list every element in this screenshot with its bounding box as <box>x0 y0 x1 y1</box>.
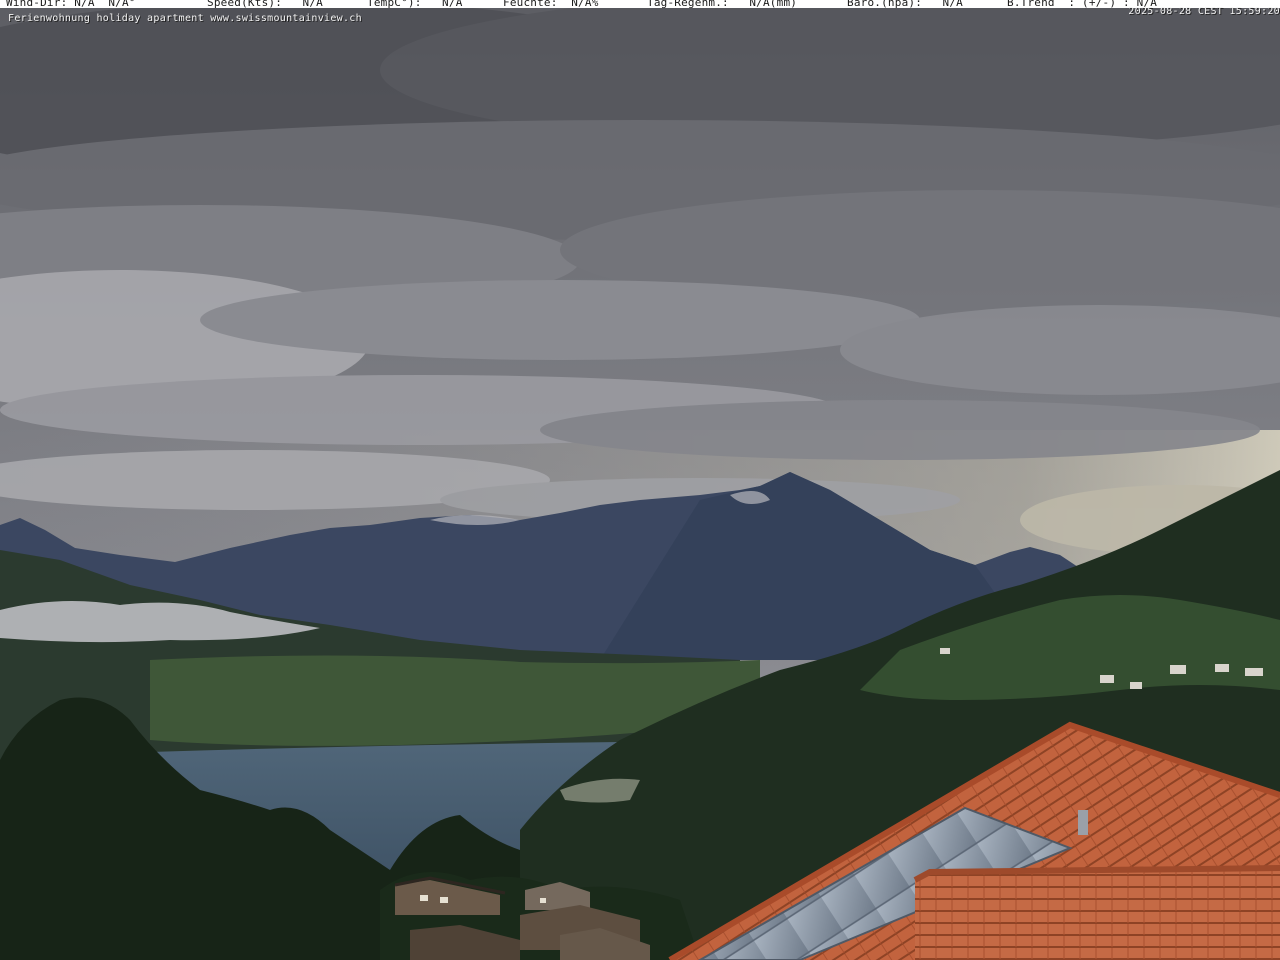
capture-timestamp: 2025-08-28 CEST 15:59:20 <box>1128 6 1280 17</box>
rain-readout: Tag-Regenm.: N/A(mm) <box>647 0 798 9</box>
humidity-readout: Feuchte: N/A% <box>503 0 599 9</box>
webcam-scene <box>0 0 1280 960</box>
barometer-readout: Baro.(hpa): N/A <box>847 0 963 9</box>
wind-speed-readout: Speed(Kts): N/A <box>207 0 323 9</box>
site-caption: Ferienwohnung holiday apartment www.swis… <box>8 13 362 24</box>
weather-readout: Wind-Dir: N/A N/A° Speed(Kts): N/A TempC… <box>0 0 1280 10</box>
temperature-readout: TempC°): N/A <box>367 0 463 9</box>
wind-direction-readout: Wind-Dir: N/A N/A° <box>6 0 136 9</box>
roof-vent <box>1078 810 1088 835</box>
